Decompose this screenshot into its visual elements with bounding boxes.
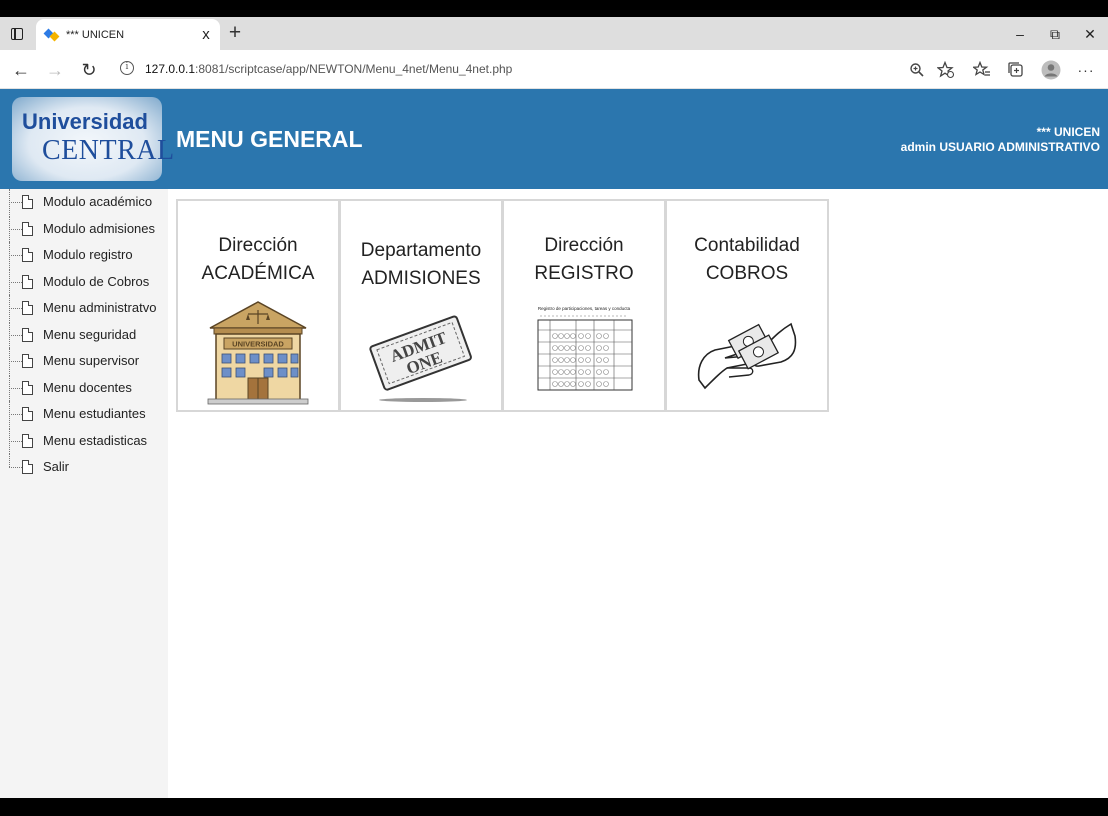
page-title: MENU GENERAL [176,126,363,152]
tree-connector [9,401,23,427]
document-icon [22,274,33,289]
more-options-icon[interactable]: ··· [1075,59,1097,81]
add-favorite-icon[interactable] [935,59,957,81]
sidebar-item-label: Modulo académico [43,194,153,209]
logo-line1: Universidad [22,109,148,134]
org-name: *** UNICEN [1036,125,1100,139]
site-info-icon[interactable]: i [120,61,134,75]
sidebar-item-menu-estudiantes[interactable]: Menu estudiantes [0,401,168,427]
card-title-line2: REGISTRO [534,263,634,284]
user-name: admin USUARIO ADMINISTRATIVO [900,140,1100,154]
card-title-line2: ACADÉMICA [201,263,315,284]
sidebar-item-modulo-registro[interactable]: Modulo registro [0,242,168,268]
sidebar-item-label: Menu docentes [43,379,132,395]
new-tab-button[interactable]: + [225,22,245,44]
zoom-icon[interactable] [906,59,928,81]
sidebar-item-label: Salir [43,459,70,474]
tree-connector [9,427,23,454]
card-title-line2: ADMISIONES [361,268,481,289]
tree-connector [9,321,23,348]
document-icon [22,195,33,209]
sidebar-item-label: Modulo de Cobros [43,273,150,289]
logo-line2: CENTRAL [42,135,175,166]
sidebar-item-menu-supervisor[interactable]: Menu supervisor [0,348,168,374]
card-contabilidad-cobros[interactable]: Contabilidad COBROS [665,199,829,412]
reload-icon[interactable]: ↻ [77,58,101,82]
sidebar-item-label: Modulo registro [43,247,133,262]
url-text[interactable]: 127.0.0.1:8081/scriptcase/app/NEWTON/Men… [145,62,512,76]
card-title-line1: Departamento [360,240,482,261]
sidebar-item-menu-docentes[interactable]: Menu docentes [0,374,168,401]
document-icon [22,354,33,368]
collections-icon[interactable] [1005,59,1027,81]
tree-connector [9,215,23,242]
document-icon [22,221,33,236]
university-building-icon: UNIVERSIDAD [207,301,309,405]
card-direccion-registro[interactable]: Dirección REGISTRO Registro de participa… [502,199,666,412]
grade-register-sheet-icon: Registro de participaciones, tareas y co… [537,306,633,391]
sidebar-item-label: Menu administratvo [43,300,157,315]
minimize-button[interactable]: – [1005,23,1035,45]
sidebar-item-modulo-admisiones[interactable]: Modulo admisiones [0,215,168,242]
sidebar-item-menu-estadisticas[interactable]: Menu estadisticas [0,427,168,454]
forward-arrow-icon[interactable]: → [43,58,67,82]
tree-connector [9,242,23,268]
site-favicon-icon [43,28,60,42]
university-logo: Universidad CENTRAL [12,97,174,181]
building-sign-text: UNIVERSIDAD [232,340,284,349]
card-title-line1: Dirección [218,235,298,256]
back-arrow-icon[interactable]: ← [9,58,33,82]
sidebar-menu: Modulo académico Modulo admisiones Modul… [0,189,168,798]
tree-connector [9,348,23,374]
card-title-line2: COBROS [705,263,789,284]
module-cards: Dirección ACADÉMICA UNIVERSIDAD Departam… [176,199,829,412]
tree-connector [9,295,23,321]
card-title-line1: Dirección [544,235,624,256]
sidebar-item-modulo-academico[interactable]: Modulo académico [0,189,168,215]
tree-connector [9,454,23,480]
app-header: Universidad CENTRAL MENU GENERAL *** UNI… [0,89,1108,189]
card-title-line1: Contabilidad [694,235,800,256]
tree-connector [9,189,23,215]
screen: *** UNICEN x + – ⧉ ✕ ← → ↻ i 127.0.0.1:8… [0,0,1108,816]
tab-actions-icon[interactable] [6,24,28,44]
sidebar-item-label: Modulo admisiones [43,220,156,236]
tab-close-icon[interactable]: x [198,26,214,43]
restore-button[interactable]: ⧉ [1040,23,1070,45]
sidebar-item-label: Menu seguridad [43,326,137,342]
tree-connector [9,268,23,295]
card-direccion-academica[interactable]: Dirección ACADÉMICA UNIVERSIDAD [176,199,340,412]
sidebar-item-label: Menu estudiantes [43,406,146,421]
admit-one-ticket-icon: ADMIT ONE [369,315,472,402]
document-icon [22,327,33,342]
document-icon [22,248,33,262]
sidebar-item-modulo-cobros[interactable]: Modulo de Cobros [0,268,168,295]
document-icon [22,407,33,421]
browser-window: *** UNICEN x + – ⧉ ✕ ← → ↻ i 127.0.0.1:8… [0,17,1108,798]
tree-connector [9,374,23,401]
sidebar-item-menu-administrativo[interactable]: Menu administratvo [0,295,168,321]
sidebar-item-label: Menu estadisticas [43,432,148,448]
address-toolbar: ← → ↻ i 127.0.0.1:8081/scriptcase/app/NE… [0,50,1108,89]
close-window-button[interactable]: ✕ [1075,23,1105,45]
document-icon [22,433,33,448]
tab-unicen[interactable]: *** UNICEN x [36,19,220,50]
page-content: Universidad CENTRAL MENU GENERAL *** UNI… [0,89,1108,798]
document-icon [22,301,33,315]
address-bar[interactable]: i 127.0.0.1:8081/scriptcase/app/NEWTON/M… [112,55,962,83]
sidebar-item-menu-seguridad[interactable]: Menu seguridad [0,321,168,348]
sidebar-item-label: Menu supervisor [43,353,140,368]
tab-strip: *** UNICEN x + – ⧉ ✕ [0,17,1108,50]
favorites-icon[interactable] [971,59,993,81]
card-departamento-admisiones[interactable]: Departamento ADMISIONES ADMIT ONE [339,199,503,412]
sidebar-item-salir[interactable]: Salir [0,454,168,480]
money-hands-icon [697,322,797,390]
document-icon [22,460,33,474]
tab-title: *** UNICEN [66,28,125,41]
profile-avatar-icon[interactable] [1040,59,1062,81]
document-icon [22,380,33,395]
sheet-title-text: Registro de participaciones, tareas y co… [538,306,631,311]
